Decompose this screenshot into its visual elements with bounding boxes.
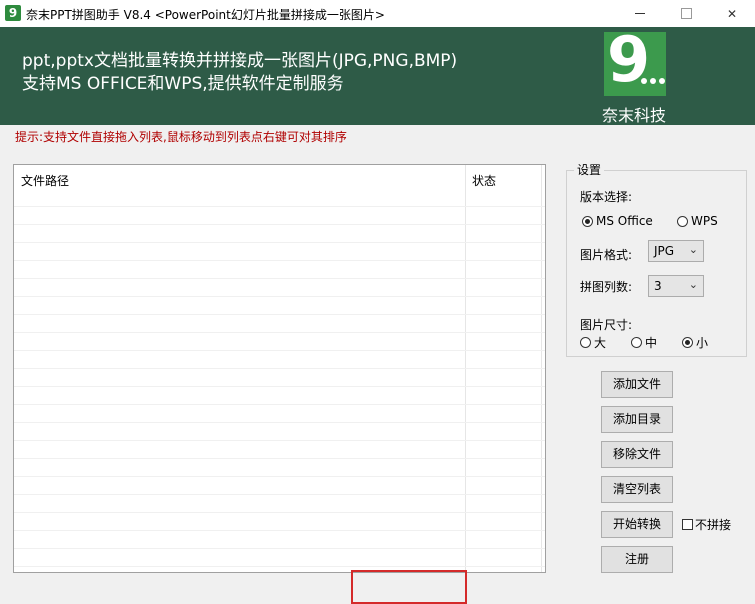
logo-nine-glyph: 9 — [607, 23, 651, 96]
list-row-line — [14, 494, 545, 495]
columns-label: 拼图列数: — [580, 280, 633, 294]
list-row-line — [14, 350, 545, 351]
list-row-line — [14, 386, 545, 387]
list-row-line — [14, 512, 545, 513]
logo-dots — [641, 78, 665, 84]
no-stitch-checkbox-box — [682, 519, 693, 530]
list-row-line — [14, 440, 545, 441]
add-file-button[interactable]: 添加文件 — [601, 371, 673, 398]
list-row-line — [14, 314, 545, 315]
radio-size-medium[interactable]: 中 — [631, 334, 657, 351]
chevron-down-icon: ⌄ — [688, 278, 698, 291]
list-row-line — [14, 404, 545, 405]
no-stitch-label: 不拼接 — [695, 518, 732, 532]
maximize-button[interactable] — [663, 0, 709, 27]
radio-ms-office-label: MS Office — [596, 214, 653, 228]
minimize-icon — [635, 13, 645, 14]
list-row-line — [14, 548, 545, 549]
file-list[interactable]: 文件路径 状态 — [13, 164, 546, 573]
list-row-line — [14, 530, 545, 531]
radio-size-medium-dot — [631, 337, 642, 348]
radio-wps-dot — [677, 215, 688, 227]
columns-select[interactable]: 3 ⌄ — [648, 275, 704, 297]
add-directory-button[interactable]: 添加目录 — [601, 406, 673, 433]
list-row-line — [14, 458, 545, 459]
radio-ms-office[interactable]: MS Office — [582, 214, 653, 228]
radio-size-medium-label: 中 — [645, 336, 658, 350]
chevron-down-icon: ⌄ — [688, 243, 698, 256]
clear-list-button[interactable]: 清空列表 — [601, 476, 673, 503]
radio-size-large-dot — [580, 337, 591, 348]
radio-wps-label: WPS — [691, 214, 718, 228]
highlight-box — [351, 570, 467, 604]
radio-size-small-dot — [682, 337, 693, 348]
list-row-line — [14, 476, 545, 477]
banner-line-1: ppt,pptx文档批量转换并拼接成一张图片(JPG,PNG,BMP) — [22, 51, 458, 71]
company-name: 奈末科技 — [602, 106, 667, 125]
maximize-icon — [680, 8, 692, 19]
list-row-line — [14, 206, 545, 207]
close-icon: ✕ — [726, 6, 738, 21]
no-stitch-checkbox[interactable]: 不拼接 — [682, 516, 731, 533]
register-button[interactable]: 注册 — [601, 546, 673, 573]
format-label: 图片格式: — [580, 248, 633, 262]
radio-size-small-label: 小 — [696, 336, 709, 350]
remove-file-button[interactable]: 移除文件 — [601, 441, 673, 468]
radio-ms-office-dot — [582, 215, 593, 227]
columns-select-value: 3 — [654, 279, 662, 293]
header-banner: ppt,pptx文档批量转换并拼接成一张图片(JPG,PNG,BMP) 支持MS… — [0, 24, 755, 125]
list-row-line — [14, 422, 545, 423]
window-title: 奈末PPT拼图助手 V8.4 <PowerPoint幻灯片批量拼接成一张图片> — [26, 8, 385, 22]
column-header-status[interactable]: 状态 — [472, 172, 496, 189]
format-select[interactable]: JPG ⌄ — [648, 240, 704, 262]
hint-text: 提示:支持文件直接拖入列表,鼠标移动到列表点右键可对其排序 — [15, 130, 347, 144]
list-row-line — [14, 278, 545, 279]
close-button[interactable]: ✕ — [709, 0, 755, 27]
version-label: 版本选择: — [580, 190, 633, 204]
radio-size-large-label: 大 — [594, 336, 607, 350]
list-row-line — [14, 224, 545, 225]
company-logo: 9 — [604, 24, 666, 96]
radio-wps[interactable]: WPS — [677, 214, 718, 228]
banner-line-2: 支持MS OFFICE和WPS,提供软件定制服务 — [22, 74, 344, 94]
list-row-line — [14, 332, 545, 333]
settings-title: 设置 — [574, 161, 605, 178]
column-header-path[interactable]: 文件路径 — [21, 172, 69, 189]
format-select-value: JPG — [654, 244, 675, 258]
list-row-line — [14, 566, 545, 567]
radio-size-large[interactable]: 大 — [580, 334, 606, 351]
app-icon: 9 — [5, 5, 21, 21]
size-label: 图片尺寸: — [580, 318, 633, 332]
list-row-line — [14, 368, 545, 369]
list-row-line — [14, 260, 545, 261]
list-row-line — [14, 242, 545, 243]
list-row-line — [14, 296, 545, 297]
radio-size-small[interactable]: 小 — [682, 334, 708, 351]
start-convert-button[interactable]: 开始转换 — [601, 511, 673, 538]
